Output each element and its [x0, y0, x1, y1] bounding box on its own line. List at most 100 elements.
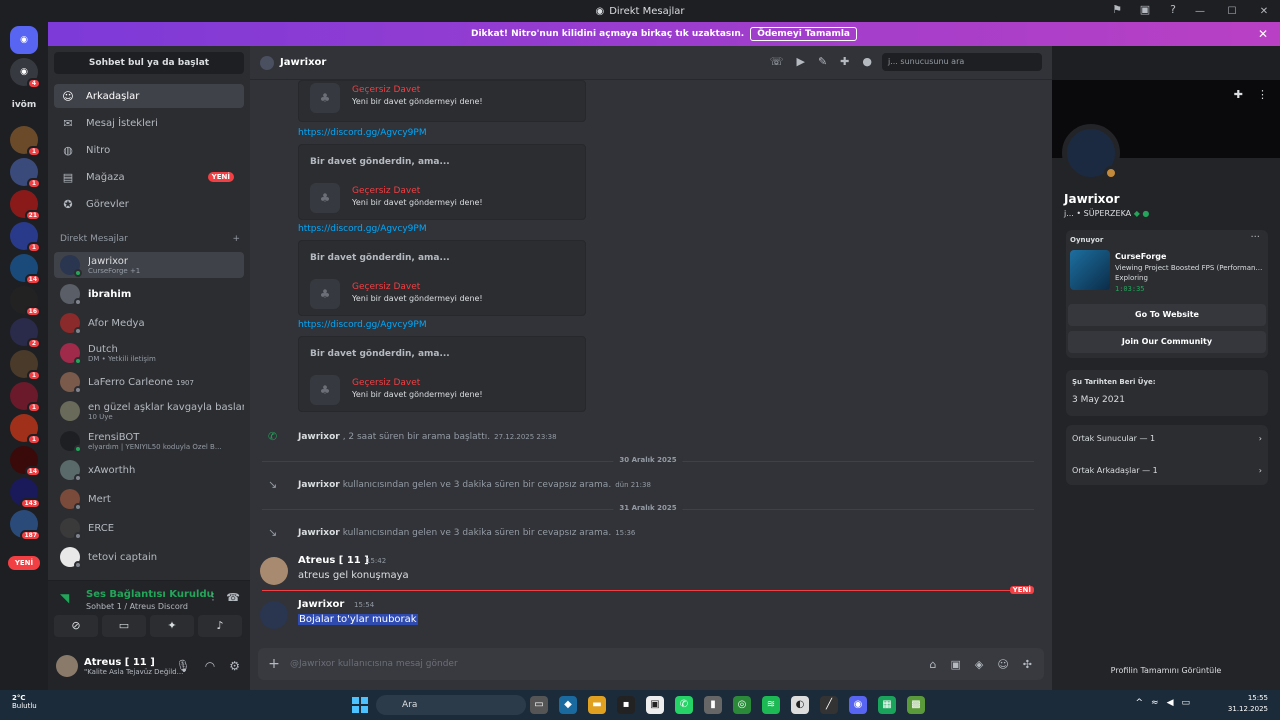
dm-item[interactable]: ErensiBOT elyardım | YENIYIL50 koduyla Öz… [54, 428, 244, 454]
start-button[interactable] [352, 697, 368, 713]
server-icon[interactable]: 143 [10, 478, 41, 509]
server-icon[interactable]: 16 [10, 286, 41, 317]
mutual-servers-row[interactable]: Ortak Sunucular — 1 › [1072, 434, 1262, 443]
maximize-button[interactable]: ☐ [1216, 6, 1248, 17]
avatar[interactable] [56, 655, 78, 677]
wifi-icon[interactable]: ≈ [1151, 698, 1159, 708]
task-view-icon[interactable]: ▭ [530, 696, 548, 714]
minimize-button[interactable]: — [1184, 6, 1216, 17]
dm-item[interactable]: Jawrixor CurseForge +1 [54, 252, 244, 278]
invite-link[interactable]: https://discord.gg/Agvcy9PM [298, 128, 427, 138]
app-icon[interactable]: ╱ [820, 696, 838, 714]
taskbar-search[interactable]: Ara [376, 695, 526, 715]
dm-item[interactable]: Dutch DM • Yetkili iletişim [54, 340, 244, 366]
whatsapp-icon[interactable]: ✆ [675, 696, 693, 714]
add-dm-icon[interactable]: + [232, 234, 240, 244]
add-attachment-icon[interactable]: + [258, 656, 290, 672]
sidebar-item-message-requests[interactable]: ✉ Mesaj İstekleri [54, 111, 244, 135]
app-icon[interactable]: ▪ [617, 696, 635, 714]
close-button[interactable]: ✕ [1248, 6, 1280, 17]
weather-widget[interactable]: 2°C Bulutlu [12, 694, 37, 710]
server-icon[interactable]: 1 [10, 222, 41, 253]
video-call-icon[interactable]: ▶ [796, 55, 804, 68]
chrome-icon[interactable]: ◎ [733, 696, 751, 714]
pin-icon[interactable]: ✎ [818, 55, 827, 68]
clock[interactable]: 15:55 31.12.2025 [1228, 693, 1268, 715]
server-icon[interactable]: ◉ 4 [10, 58, 41, 89]
more-icon[interactable]: ··· [1250, 232, 1260, 243]
view-full-profile-link[interactable]: Profilin Tamamını Görüntüle [1052, 666, 1280, 675]
gif-icon[interactable]: ▣ [950, 658, 960, 671]
gift-icon[interactable]: ⌂ [929, 658, 936, 671]
server-icon[interactable]: 2 [10, 318, 41, 349]
server-label[interactable]: ivöm [6, 100, 42, 110]
dm-item[interactable]: Mert [54, 486, 244, 512]
profile-toggle-icon[interactable]: ● [862, 55, 872, 68]
headphones-icon[interactable]: ◠ [205, 659, 215, 673]
voice-call-icon[interactable]: ☏ [770, 55, 784, 68]
join-community-button[interactable]: Join Our Community [1068, 331, 1266, 353]
app-icon[interactable]: ◆ [559, 696, 577, 714]
app-icon[interactable]: ◐ [791, 696, 809, 714]
mutual-friends-row[interactable]: Ortak Arkadaşlar — 1 › [1072, 466, 1262, 475]
server-icon[interactable]: 21 [10, 190, 41, 221]
activities-button[interactable]: ✦ [150, 615, 194, 637]
server-icon[interactable]: 1 [10, 382, 41, 413]
server-icon[interactable]: 14 [10, 254, 41, 285]
invite-link[interactable]: https://discord.gg/Agvcy9PM [298, 224, 427, 234]
app-icon[interactable]: ▣ [646, 696, 664, 714]
add-friend-icon[interactable]: ✚ [1234, 88, 1243, 101]
disconnect-icon[interactable]: ☎ [226, 591, 240, 605]
sticker-icon[interactable]: ◈ [975, 658, 983, 671]
volume-icon[interactable]: ◀ [1167, 698, 1174, 708]
flag-icon[interactable]: ⚑ [1110, 3, 1124, 17]
search-input[interactable]: j... sunucusunu ara [882, 53, 1042, 71]
server-icon[interactable]: 1 [10, 126, 41, 157]
more-icon[interactable]: ⋮ [1257, 88, 1268, 101]
dm-item[interactable]: Afor Medya [54, 310, 244, 336]
spotify-icon[interactable]: ≋ [762, 696, 780, 714]
microphone-icon[interactable]: 🎙 [176, 659, 191, 673]
sidebar-item-nitro[interactable]: ◍ Nitro [54, 138, 244, 162]
app-icon[interactable]: ▦ [878, 696, 896, 714]
dm-item[interactable]: xAworthh [54, 457, 244, 483]
add-friend-icon[interactable]: ✚ [840, 55, 849, 68]
soundboard-button[interactable]: ♪ [198, 615, 242, 637]
server-icon[interactable]: 187 [10, 510, 41, 541]
dm-item[interactable]: ERCE [54, 515, 244, 541]
discord-icon[interactable]: ◉ [849, 696, 867, 714]
app-icon[interactable]: ▮ [704, 696, 722, 714]
minecraft-icon[interactable]: ▩ [907, 696, 925, 714]
dm-item[interactable]: tetovi captain [54, 544, 244, 570]
folder-icon[interactable]: ▬ [588, 696, 606, 714]
settings-icon[interactable]: ⚙ [229, 659, 240, 673]
emoji-icon[interactable]: ☺ [997, 658, 1008, 671]
avatar[interactable] [260, 601, 288, 629]
server-icon[interactable]: 1 [10, 414, 41, 445]
battery-icon[interactable]: ▭ [1181, 698, 1190, 708]
message-input[interactable]: @Jawrixor kullanıcısına mesaj gönder [290, 659, 929, 669]
dm-item[interactable]: ibrahim [54, 281, 244, 307]
message-composer[interactable]: + @Jawrixor kullanıcısına mesaj gönder ⌂… [258, 648, 1044, 680]
sidebar-item-quests[interactable]: ✪ Görevler [54, 192, 244, 216]
dm-item[interactable]: LaFerro Carleone 1907 [54, 369, 244, 395]
go-to-website-button[interactable]: Go To Website [1068, 304, 1266, 326]
home-button[interactable]: ◉ [10, 26, 38, 54]
screen-share-button[interactable]: ▭ [102, 615, 146, 637]
server-icon[interactable]: 1 [10, 350, 41, 381]
apps-icon[interactable]: ✣ [1023, 658, 1032, 671]
inbox-icon[interactable]: ▣ [1138, 3, 1152, 17]
noise-suppression-icon[interactable]: ⫶ [212, 591, 215, 605]
find-conversation-button[interactable]: Sohbet bul ya da başlat [54, 52, 244, 74]
sidebar-item-shop[interactable]: ▤ Mağaza YENİ [54, 165, 244, 189]
complete-payment-button[interactable]: Ödemeyi Tamamla [750, 27, 857, 41]
camera-off-button[interactable]: ⊘ [54, 615, 98, 637]
help-icon[interactable]: ? [1166, 3, 1180, 17]
invite-link[interactable]: https://discord.gg/Agvcy9PM [298, 320, 427, 330]
server-icon[interactable]: 14 [10, 446, 41, 477]
sidebar-item-friends[interactable]: ☺ Arkadaşlar [54, 84, 244, 108]
dm-item[interactable]: en güzel aşklar kavgayla baslar 10 Üye [54, 398, 244, 424]
avatar[interactable] [260, 557, 288, 585]
chevron-up-icon[interactable]: ^ [1135, 698, 1143, 708]
close-banner-icon[interactable]: ✕ [1258, 27, 1268, 41]
